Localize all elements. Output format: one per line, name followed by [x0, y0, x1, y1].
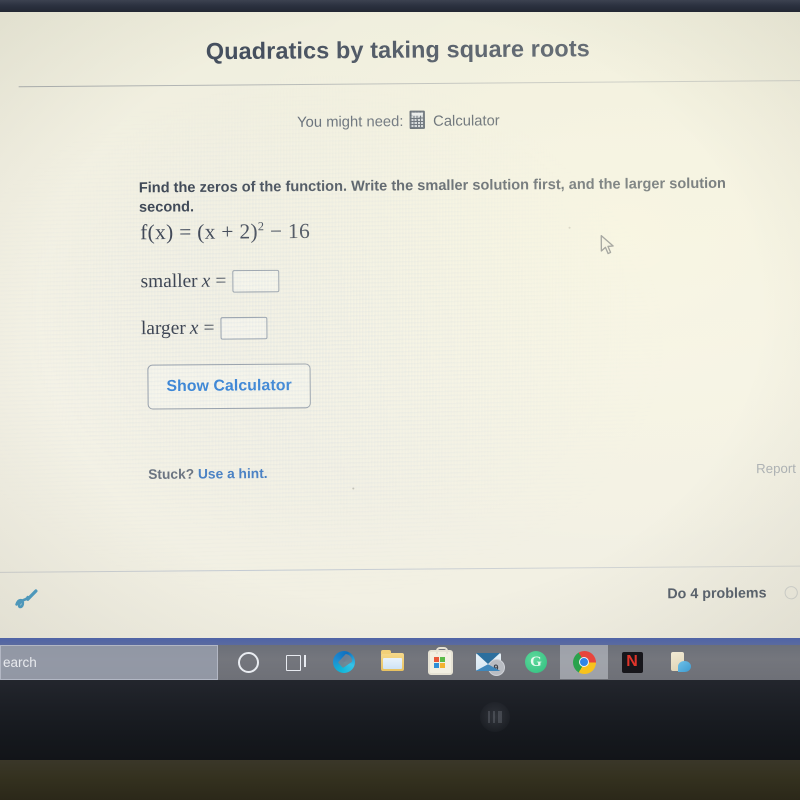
task-view-icon — [286, 654, 306, 671]
problem-prompt: Find the zeros of the function. Write th… — [138, 175, 726, 217]
taskbar-item-microsoft-store[interactable] — [416, 645, 464, 679]
taskbar-item-mail[interactable]: 9 — [464, 645, 512, 679]
progress-dot — [784, 586, 798, 600]
stuck-label: Stuck? — [148, 466, 195, 482]
taskbar-item-edge[interactable] — [320, 645, 368, 679]
you-might-need-row: You might need: Calculator — [0, 108, 800, 134]
mouse-cursor-icon — [600, 234, 614, 255]
chrome-icon — [572, 650, 596, 674]
taskbar-item-grammarly[interactable]: G — [512, 645, 560, 679]
stuck-row: Stuck? Use a hint. — [148, 466, 268, 482]
edge-icon — [333, 651, 355, 673]
taskbar-top-edge — [0, 638, 800, 645]
answer-equals-smaller: = — [215, 270, 227, 292]
page-title: Quadratics by taking square roots — [205, 34, 590, 65]
progress-dots — [784, 586, 800, 600]
screen-area: Quadratics by taking square roots You mi… — [0, 12, 800, 642]
smaller-x-input[interactable] — [232, 269, 280, 293]
you-might-need-label: You might need: — [297, 113, 404, 131]
scribble-check-icon — [15, 589, 38, 609]
title-divider — [18, 80, 800, 88]
grammarly-icon: G — [525, 651, 547, 673]
taskbar-item-onenote[interactable] — [656, 645, 704, 679]
taskbar-item-file-explorer[interactable] — [368, 645, 416, 679]
onenote-icon — [669, 652, 691, 672]
equation-exponent: 2 — [257, 218, 265, 234]
windows-taskbar: earch 9 G N — [0, 638, 800, 680]
calculator-icon — [409, 110, 425, 130]
answer-var-larger: x — [189, 317, 199, 339]
taskbar-search-input[interactable]: earch — [0, 645, 218, 680]
equation-rhs: (x + 2) — [197, 218, 258, 244]
laptop-bezel-bottom — [0, 680, 800, 762]
laptop-screen-photo: Quadratics by taking square roots You mi… — [0, 0, 800, 800]
search-placeholder-text: earch — [3, 655, 37, 670]
footer-divider — [0, 565, 800, 573]
microsoft-store-icon — [427, 646, 453, 675]
answer-var-smaller: x — [201, 270, 211, 292]
mail-unread-badge: 9 — [487, 659, 505, 676]
taskbar-icon-row: 9 G N — [224, 645, 704, 679]
report-a-problem-link[interactable]: Report a — [756, 460, 800, 476]
taskbar-item-cortana[interactable] — [224, 645, 272, 679]
answer-row-larger: larger x = — [140, 316, 268, 340]
show-calculator-button[interactable]: Show Calculator — [147, 363, 311, 410]
equation-display: f(x) = (x + 2)2 − 16 — [140, 219, 310, 246]
answer-row-smaller: smaller x = — [140, 269, 280, 294]
taskbar-item-netflix[interactable]: N — [608, 645, 656, 679]
taskbar-item-chrome[interactable] — [560, 645, 608, 679]
cortana-icon — [237, 651, 259, 673]
mail-icon: 9 — [475, 653, 505, 676]
larger-x-input[interactable] — [220, 316, 268, 340]
desk-surface — [0, 760, 800, 800]
netflix-icon: N — [621, 651, 643, 673]
answer-label-larger: larger — [140, 317, 186, 340]
equation-lhs: f(x) = — [140, 219, 192, 245]
answer-label-smaller: smaller — [140, 270, 198, 293]
file-explorer-icon — [380, 650, 404, 671]
hp-logo — [480, 702, 510, 732]
do-problems-label[interactable]: Do 4 problems — [667, 584, 766, 601]
equation-tail: − 16 — [269, 218, 311, 244]
taskbar-item-task-view[interactable] — [272, 645, 320, 679]
calculator-label[interactable]: Calculator — [433, 113, 500, 130]
use-a-hint-link[interactable]: Use a hint. — [198, 466, 268, 482]
answer-equals-larger: = — [203, 317, 215, 339]
